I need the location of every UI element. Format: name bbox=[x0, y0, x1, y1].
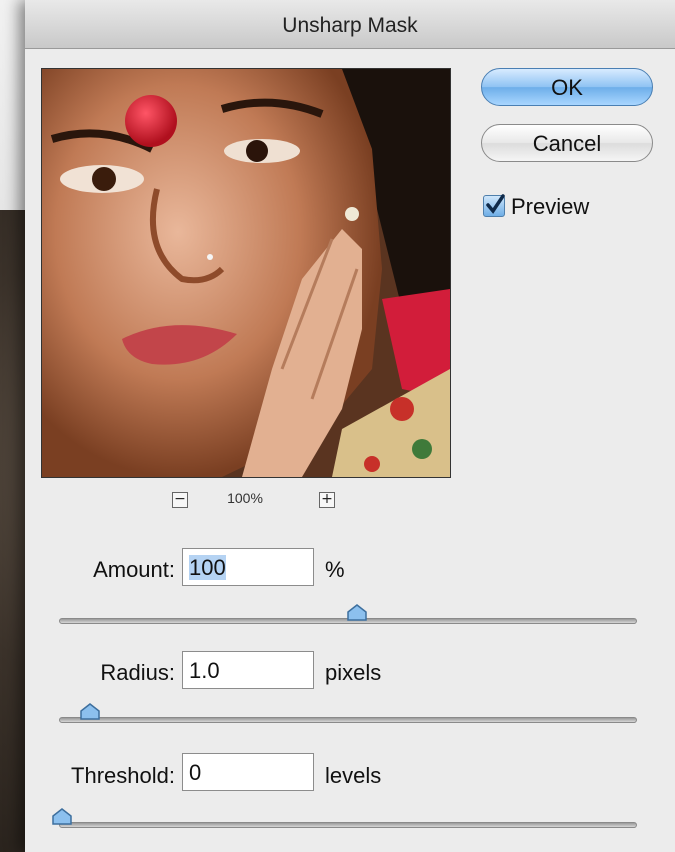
amount-value: 100 bbox=[189, 555, 226, 580]
radius-input[interactable]: 1.0 bbox=[182, 651, 314, 689]
amount-input[interactable]: 100 bbox=[182, 548, 314, 586]
preview-label[interactable]: Preview bbox=[511, 194, 589, 220]
radius-slider-thumb[interactable] bbox=[79, 703, 101, 721]
amount-unit: % bbox=[325, 557, 345, 582]
cancel-button[interactable]: Cancel bbox=[481, 124, 653, 162]
dialog-titlebar[interactable]: Unsharp Mask bbox=[25, 0, 675, 49]
threshold-slider-thumb[interactable] bbox=[51, 808, 73, 826]
threshold-unit: levels bbox=[325, 763, 382, 788]
zoom-level: 100% bbox=[227, 490, 263, 506]
zoom-in-button[interactable]: + bbox=[319, 492, 335, 508]
amount-label: Amount: bbox=[93, 557, 175, 582]
radius-value: 1.0 bbox=[189, 658, 220, 683]
checkmark-icon bbox=[486, 194, 505, 214]
ok-button[interactable]: OK bbox=[481, 68, 653, 106]
unsharp-mask-dialog: Unsharp Mask − 100% + OK Cancel Preview … bbox=[25, 0, 675, 852]
zoom-out-button[interactable]: − bbox=[172, 492, 188, 508]
amount-slider-thumb[interactable] bbox=[346, 604, 368, 622]
radius-label: Radius: bbox=[100, 660, 175, 685]
threshold-slider-track[interactable] bbox=[59, 822, 637, 828]
portrait-photo-icon bbox=[42, 69, 450, 477]
preview-checkbox[interactable] bbox=[483, 194, 505, 217]
threshold-label: Threshold: bbox=[71, 763, 175, 788]
threshold-input[interactable]: 0 bbox=[182, 753, 314, 791]
threshold-value: 0 bbox=[189, 760, 202, 785]
preview-image[interactable] bbox=[41, 68, 451, 478]
dialog-title: Unsharp Mask bbox=[282, 14, 418, 37]
radius-slider-track[interactable] bbox=[59, 717, 637, 723]
radius-unit: pixels bbox=[325, 660, 382, 685]
